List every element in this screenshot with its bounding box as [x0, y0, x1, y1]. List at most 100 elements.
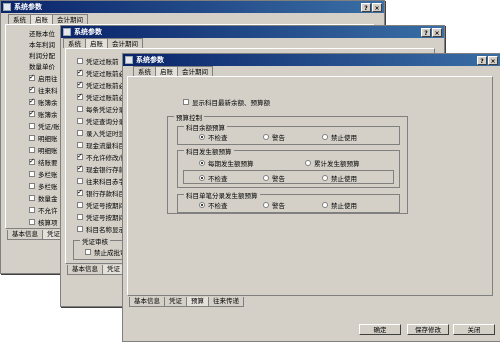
option-checkbox[interactable]: 凭证查询分录 [77, 116, 125, 126]
radio-dot[interactable] [322, 174, 328, 181]
option-checkbox[interactable]: 现金银行存款 [77, 164, 125, 174]
option-checkbox[interactable]: 明细账 [29, 145, 58, 155]
option-checkbox[interactable]: 凭证号按期间 [77, 212, 125, 222]
checkbox-box[interactable] [77, 164, 83, 172]
radio-dot[interactable] [199, 159, 205, 166]
tab-accounting-period[interactable]: 会计期间 [107, 38, 143, 48]
radio-warn[interactable]: 警告 [263, 173, 285, 183]
checkbox-box[interactable] [29, 218, 35, 225]
option-checkbox[interactable]: 启用往 [29, 73, 58, 83]
help-button[interactable]: ? [477, 55, 487, 65]
show-balance-checkbox[interactable]: 显示科目最新余额、预算额 [183, 97, 270, 107]
option-checkbox[interactable]: 不允许修改/删 [77, 152, 127, 162]
tab-ledger[interactable]: 启账 [30, 14, 53, 24]
option-checkbox[interactable]: 凭证号按期间 [77, 200, 125, 210]
checkbox-box[interactable] [183, 98, 189, 105]
radio-per-period[interactable]: 每期发生额预算 [199, 158, 254, 168]
option-checkbox[interactable]: 每条凭证分录 [77, 104, 125, 114]
option-checkbox[interactable]: 明细账 [29, 133, 58, 143]
tab-ledger[interactable]: 启账 [85, 38, 108, 48]
help-button[interactable]: ? [421, 27, 431, 37]
option-checkbox[interactable]: 凭证过账前 [77, 56, 119, 66]
radio-dot[interactable] [322, 133, 328, 140]
checkbox-box[interactable] [29, 134, 35, 141]
option-checkbox[interactable]: 核算项 [29, 217, 58, 227]
tab-basic-info[interactable]: 基本信息 [7, 230, 43, 240]
option-checkbox[interactable]: 现金流量科目 [77, 140, 125, 150]
checkbox-box[interactable] [77, 152, 83, 160]
checkbox-box[interactable] [77, 188, 83, 196]
checkbox-box[interactable] [77, 177, 83, 184]
option-checkbox[interactable]: 凭证过账前必 [77, 92, 125, 102]
radio-dot[interactable] [305, 159, 311, 166]
radio-forbid[interactable]: 禁止使用 [322, 132, 357, 142]
radio-dot[interactable] [199, 174, 205, 181]
radio-cumulative[interactable]: 累计发生额预算 [305, 158, 360, 168]
radio-dot[interactable] [199, 133, 205, 140]
tab-transfer[interactable]: 往来传递 [208, 297, 244, 307]
option-checkbox[interactable]: 多栏账 [29, 181, 58, 191]
checkbox-box[interactable] [77, 225, 83, 232]
radio-dot[interactable] [263, 201, 269, 208]
radio-no-check[interactable]: 不检查 [199, 132, 228, 142]
tab-ledger[interactable]: 启账 [155, 66, 178, 76]
option-checkbox[interactable]: 账簿余 [29, 97, 58, 107]
checkbox-box[interactable] [77, 80, 83, 88]
radio-dot[interactable] [263, 174, 269, 181]
radio-dot[interactable] [199, 201, 205, 208]
tab-system[interactable]: 系统 [133, 66, 156, 76]
tab-accounting-period[interactable]: 会计期间 [52, 14, 88, 24]
checkbox-box[interactable] [29, 206, 35, 213]
checkbox-box[interactable] [29, 85, 35, 93]
option-checkbox[interactable]: 多栏账 [29, 169, 58, 179]
checkbox-box[interactable] [29, 109, 35, 117]
option-checkbox[interactable]: 往来科 [29, 85, 58, 95]
option-checkbox[interactable]: 凭证过账前必 [77, 80, 125, 90]
checkbox-box[interactable] [77, 68, 83, 76]
close-icon[interactable]: × [432, 27, 442, 37]
checkbox-box[interactable] [77, 201, 83, 208]
option-checkbox[interactable]: 结账要 [29, 157, 58, 167]
option-checkbox[interactable]: 凭证过账前必 [77, 68, 125, 78]
close-button[interactable]: 关闭 [453, 324, 495, 335]
tab-basic-info[interactable]: 基本信息 [67, 265, 103, 275]
checkbox-box[interactable] [77, 105, 83, 112]
tab-voucher[interactable]: 凭证 [164, 297, 187, 307]
ok-button[interactable]: 确定 [359, 324, 401, 335]
checkbox-box[interactable] [77, 141, 83, 148]
checkbox-box[interactable] [77, 129, 83, 136]
checkbox-box[interactable] [29, 122, 35, 129]
checkbox-box[interactable] [29, 73, 35, 81]
option-checkbox[interactable]: 数量金 [29, 193, 58, 203]
checkbox-box[interactable] [29, 194, 35, 201]
tab-system[interactable]: 系统 [63, 38, 86, 48]
checkbox-box[interactable] [77, 213, 83, 220]
option-checkbox[interactable]: 往来科目赤字 [77, 176, 125, 186]
radio-no-check[interactable]: 不检查 [199, 200, 228, 210]
checkbox-box[interactable] [29, 182, 35, 189]
option-checkbox[interactable]: 账簿余 [29, 109, 58, 119]
option-checkbox[interactable]: 录入凭证时显 [77, 128, 125, 138]
radio-warn[interactable]: 警告 [263, 132, 285, 142]
radio-dot[interactable] [322, 201, 328, 208]
option-checkbox[interactable]: 凭证/账 [29, 121, 60, 131]
option-checkbox[interactable]: 银行存款科目 [77, 188, 125, 198]
help-button[interactable]: ? [361, 2, 371, 12]
tab-basic-info[interactable]: 基本信息 [129, 297, 165, 307]
tab-system[interactable]: 系统 [8, 14, 31, 24]
checkbox-box[interactable] [29, 157, 35, 165]
radio-warn[interactable]: 警告 [263, 200, 285, 210]
radio-forbid[interactable]: 禁止使用 [322, 173, 357, 183]
checkbox-box[interactable] [29, 170, 35, 177]
close-icon[interactable]: × [372, 2, 382, 12]
checkbox-box[interactable] [85, 248, 91, 255]
checkbox-box[interactable] [77, 117, 83, 124]
save-changes-button[interactable]: 保存修改 [407, 324, 449, 335]
close-icon[interactable]: × [488, 55, 498, 65]
tab-budget[interactable]: 预算 [186, 297, 209, 307]
radio-no-check[interactable]: 不检查 [199, 173, 228, 183]
checkbox-box[interactable] [29, 146, 35, 153]
checkbox-box[interactable] [29, 97, 35, 105]
tab-accounting-period[interactable]: 会计期间 [177, 66, 213, 76]
radio-dot[interactable] [263, 133, 269, 140]
